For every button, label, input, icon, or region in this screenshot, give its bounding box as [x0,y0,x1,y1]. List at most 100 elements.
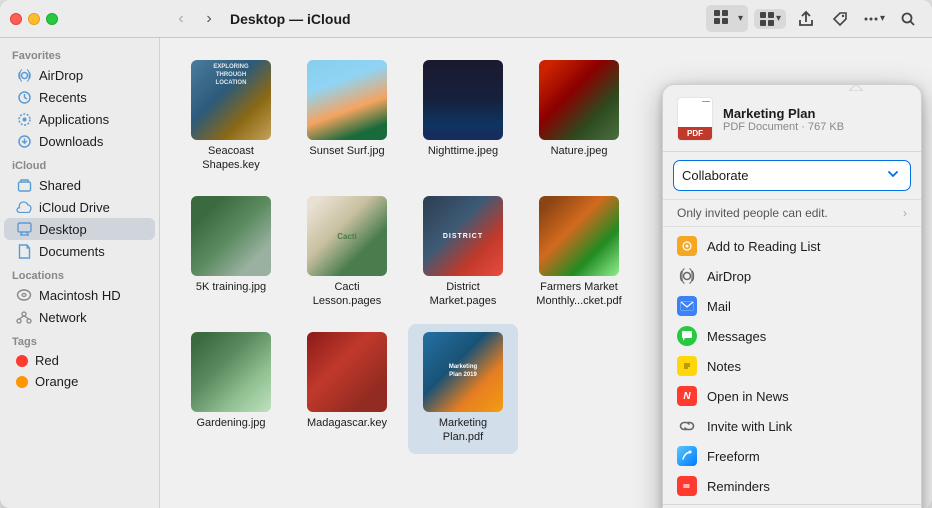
sidebar-item-network[interactable]: Network [4,306,155,328]
sidebar-item-documents[interactable]: Documents [4,240,155,262]
file-item[interactable]: Cacti CactiLesson.pages [292,188,402,318]
sidebar-item-label: Network [39,310,87,325]
tags-label: Tags [0,328,159,350]
list-view-button[interactable]: ▾ [754,9,786,29]
menu-item-freeform[interactable]: Freeform [663,441,921,471]
desktop-icon [16,221,32,237]
view-switcher: ▾ [706,5,748,32]
menu-item-label: Freeform [707,449,760,464]
notes-icon [677,356,697,376]
collaborate-label: Collaborate [682,168,749,183]
sidebar-item-label: Red [35,353,59,368]
menu-item-mail[interactable]: Mail [663,291,921,321]
chevron-right-icon: › [903,206,907,220]
share-button[interactable] [792,6,820,32]
menu-item-invite-link[interactable]: Invite with Link [663,411,921,441]
file-thumb [307,332,387,412]
red-tag-dot [16,355,28,367]
downloads-icon [16,133,32,149]
menu-item-label: Mail [707,299,731,314]
menu-item-messages[interactable]: Messages [663,321,921,351]
file-item[interactable]: 5K training.jpg [176,188,286,318]
file-thumb: DISTRICT [423,196,503,276]
sidebar-item-applications[interactable]: Applications [4,108,155,130]
file-item[interactable]: Nighttime.jpeg [408,52,518,182]
file-item[interactable]: DISTRICT DistrictMarket.pages [408,188,518,318]
menu-item-label: Notes [707,359,741,374]
sidebar-item-label: Shared [39,178,81,193]
view-dropdown-button[interactable]: ▾ [735,11,746,26]
traffic-light-green[interactable] [46,13,58,25]
sidebar-item-label: Applications [39,112,109,127]
sidebar-tag-orange[interactable]: Orange [4,371,155,392]
sidebar-item-macintosh-hd[interactable]: Macintosh HD [4,284,155,306]
sidebar-item-label: Desktop [39,222,87,237]
file-thumb [423,60,503,140]
traffic-light-red[interactable] [10,13,22,25]
search-button[interactable] [894,6,922,32]
file-label: Nighttime.jpeg [428,144,498,158]
invite-row[interactable]: Only invited people can edit. › [663,200,921,227]
sidebar-item-recents[interactable]: Recents [4,86,155,108]
sidebar-item-label: Recents [39,90,87,105]
icloud-drive-icon [16,199,32,215]
mail-icon [677,296,697,316]
pdf-badge: PDF [678,127,712,140]
collaborate-row: Collaborate [663,152,921,200]
file-item[interactable]: Sunset Surf.jpg [292,52,402,182]
reading-list-icon [677,236,697,256]
sidebar-tag-red[interactable]: Red [4,350,155,371]
icloud-label: iCloud [0,152,159,174]
hd-icon [16,287,32,303]
share-popover: PDF Marketing Plan PDF Document · 767 KB… [662,84,922,508]
shared-icon [16,177,32,193]
file-label: Sunset Surf.jpg [309,144,384,158]
sidebar-item-downloads[interactable]: Downloads [4,130,155,152]
file-label: DistrictMarket.pages [430,280,497,309]
file-item[interactable]: Madagascar.key [292,324,402,454]
sidebar-item-label: AirDrop [39,68,83,83]
sidebar-item-label: Macintosh HD [39,288,121,303]
menu-item-label: Reminders [707,479,770,494]
file-item[interactable]: Gardening.jpg [176,324,286,454]
tag-button[interactable] [826,6,854,32]
menu-item-label: Messages [707,329,766,344]
sidebar-item-desktop[interactable]: Desktop [4,218,155,240]
back-button[interactable]: ‹ [170,8,192,30]
menu-item-notes[interactable]: Notes [663,351,921,381]
sidebar: Favorites AirDrop Recents Appl [0,38,160,508]
forward-button[interactable]: › [198,8,220,30]
file-item[interactable]: Nature.jpeg [524,52,634,182]
window: ‹ › Desktop — iCloud ▾ ▾ [0,0,932,508]
file-thumb [191,332,271,412]
icon-view-button[interactable] [708,7,734,30]
menu-item-label: Invite with Link [707,419,792,434]
menu-item-label: Add to Reading List [707,239,820,254]
sidebar-item-airdrop[interactable]: AirDrop [4,64,155,86]
link-icon [677,416,697,436]
menu-item-label: Open in News [707,389,789,404]
menu-item-news[interactable]: N Open in News [663,381,921,411]
window-title: Desktop — iCloud [230,11,351,27]
collaborate-dropdown[interactable]: Collaborate [673,160,911,191]
file-label: CactiLesson.pages [313,280,382,309]
locations-label: Locations [0,262,159,284]
file-label: SeacoastShapes.key [202,144,259,173]
main-content: EXPLORINGTHROUGHLOCATION SeacoastShapes.… [160,38,932,508]
invite-text: Only invited people can edit. [677,206,903,220]
file-item[interactable]: Farmers MarketMonthly...cket.pdf [524,188,634,318]
traffic-light-yellow[interactable] [28,13,40,25]
more-button[interactable]: ▾ [860,6,888,32]
file-item-marketing[interactable]: MarketingPlan 2019 MarketingPlan.pdf [408,324,518,454]
popover-file-info: Marketing Plan PDF Document · 767 KB [723,106,844,133]
menu-item-airdrop[interactable]: AirDrop [663,261,921,291]
menu-item-reminders[interactable]: Reminders [663,471,921,501]
menu-item-reading-list[interactable]: Add to Reading List [663,231,921,261]
sidebar-item-icloud-drive[interactable]: iCloud Drive [4,196,155,218]
airdrop-menu-icon [677,266,697,286]
sidebar-item-label: iCloud Drive [39,200,110,215]
sidebar-item-label: Documents [39,244,105,259]
sidebar-item-shared[interactable]: Shared [4,174,155,196]
file-thumb: Cacti [307,196,387,276]
file-item[interactable]: EXPLORINGTHROUGHLOCATION SeacoastShapes.… [176,52,286,182]
